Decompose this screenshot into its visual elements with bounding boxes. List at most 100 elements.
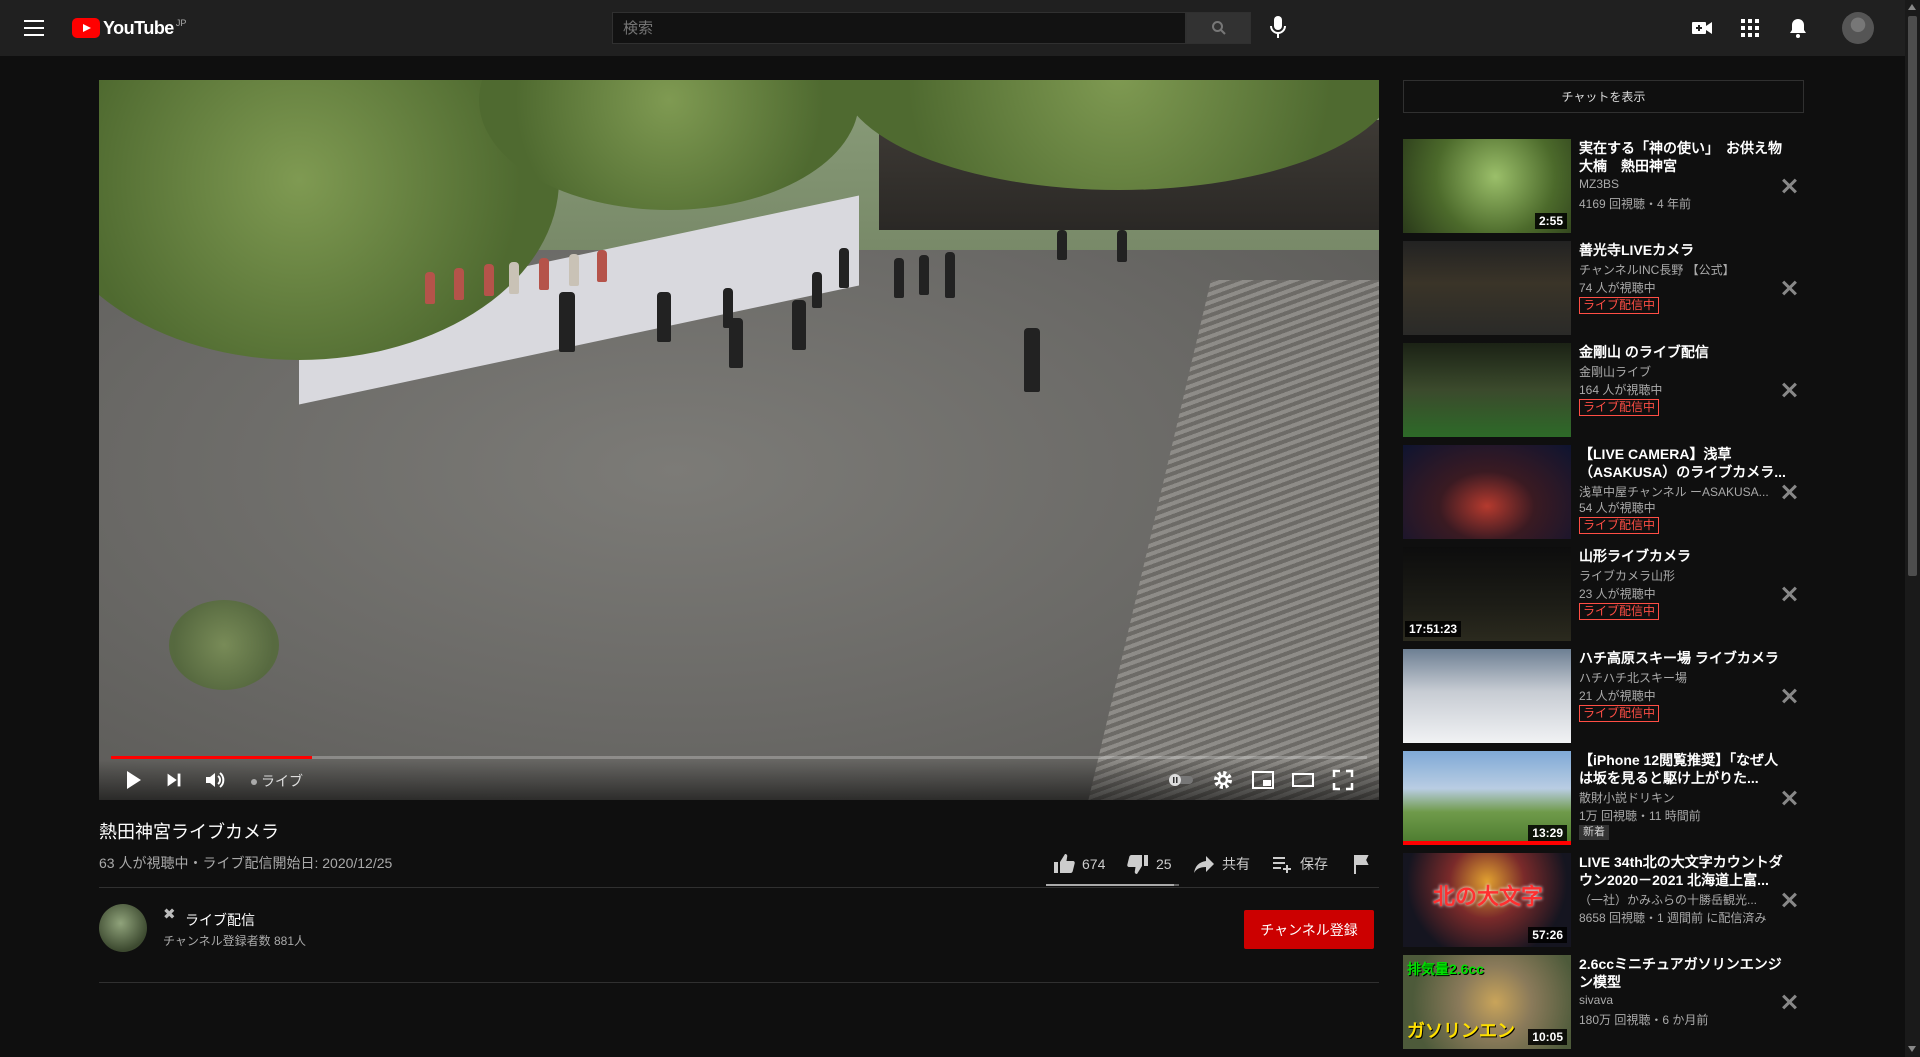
- video-progress-bar[interactable]: [111, 756, 1367, 759]
- video-frame-person: [454, 268, 464, 300]
- like-dislike-ratio-bar: [1046, 884, 1179, 886]
- thumbs-up-icon: [1054, 854, 1075, 873]
- recommendation-title: 2.6ccミニチュアガソリンエンジン模型: [1579, 956, 1782, 990]
- recommendation-channel: 浅草中屋チャンネル ーASAKUSA...: [1579, 485, 1769, 499]
- divider: [99, 887, 1379, 888]
- live-now-badge: ライブ配信中: [1579, 297, 1660, 314]
- recommendation-thumbnail: [1403, 241, 1571, 335]
- recommendation-meta: 164 人が視聴中: [1579, 383, 1663, 397]
- show-chat-button[interactable]: チャットを表示: [1403, 80, 1804, 113]
- live-now-badge: ライブ配信中: [1579, 603, 1660, 620]
- dismiss-close-icon[interactable]: [1780, 993, 1798, 1011]
- dismiss-close-icon[interactable]: [1780, 891, 1798, 909]
- live-now-badge: ライブ配信中: [1579, 705, 1660, 722]
- recommendation-item[interactable]: 2:55 実在する「神の使い」 お供え物 大楠 熱田神宮 MZ3BS 4169 …: [1403, 139, 1823, 233]
- miniplayer-icon[interactable]: [1251, 768, 1275, 792]
- autoplay-toggle-icon[interactable]: [1167, 768, 1195, 792]
- recommendation-thumbnail: 13:29: [1403, 751, 1571, 845]
- recommendation-thumbnail: [1403, 649, 1571, 743]
- report-flag-icon[interactable]: [1350, 852, 1374, 876]
- recommendation-item[interactable]: 排気量2.6cc ガソリンエン 10:05 2.6ccミニチュアガソリンエンジン…: [1403, 955, 1823, 1049]
- microphone-icon[interactable]: [1266, 14, 1290, 40]
- video-frame-person: [509, 262, 519, 294]
- theater-mode-icon[interactable]: [1291, 768, 1315, 792]
- recommendation-meta: 54 人が視聴中: [1579, 501, 1656, 515]
- thumbnail-caption: 北の大文字: [1433, 884, 1544, 909]
- live-label: ライブ: [261, 773, 303, 789]
- search-input[interactable]: [612, 12, 1186, 44]
- thumbs-down-icon: [1127, 855, 1148, 874]
- share-label: 共有: [1222, 856, 1250, 872]
- recommendation-meta: 1万 回視聴・11 時間前: [1579, 809, 1701, 823]
- scrollbar-thumb[interactable]: [1908, 16, 1917, 576]
- thumbnail-caption: ガソリンエン: [1407, 1021, 1515, 1041]
- save-button[interactable]: 保存: [1270, 849, 1328, 879]
- next-video-icon[interactable]: [163, 768, 185, 792]
- account-avatar[interactable]: [1842, 12, 1874, 44]
- create-video-icon[interactable]: [1690, 16, 1714, 40]
- recommendation-title: LIVE 34th北の大文字カウントダウン2020－2021 北海道上富...: [1579, 854, 1783, 888]
- apps-grid-icon[interactable]: [1738, 16, 1762, 40]
- play-icon[interactable]: [121, 768, 145, 792]
- masthead: YouTube JP: [0, 0, 1905, 56]
- channel-name[interactable]: ライブ配信: [185, 910, 255, 930]
- youtube-play-logo-icon: [72, 18, 100, 38]
- video-frame-person: [569, 254, 579, 286]
- search-icon: [1211, 21, 1226, 35]
- recommendation-item[interactable]: 北の大文字 57:26 LIVE 34th北の大文字カウントダウン2020－20…: [1403, 853, 1823, 947]
- recommendation-channel: ハチハチ北スキー場: [1579, 671, 1688, 685]
- recommendation-thumbnail: [1403, 445, 1571, 539]
- volume-icon[interactable]: [203, 768, 227, 792]
- recommendation-item[interactable]: 13:29 【iPhone 12閲覧推奨】「なぜ人は坂を見ると駆け上がりた...…: [1403, 751, 1823, 845]
- recommendation-title: 【LIVE CAMERA】浅草（ASAKUSA）のライブカメラ...: [1579, 446, 1786, 480]
- recommendation-item[interactable]: 善光寺LIVEカメラ チャンネルINC長野 【公式】 74 人が視聴中 ライブ配…: [1403, 241, 1823, 335]
- recommendation-thumbnail: 2:55: [1403, 139, 1571, 233]
- recommendation-thumbnail: 排気量2.6cc ガソリンエン 10:05: [1403, 955, 1571, 1049]
- settings-gear-icon[interactable]: [1211, 768, 1235, 792]
- dismiss-close-icon[interactable]: [1780, 177, 1798, 195]
- video-progress-played: [111, 756, 312, 759]
- share-button[interactable]: 共有: [1192, 849, 1250, 879]
- dismiss-close-icon[interactable]: [1780, 483, 1798, 501]
- video-view-info: 63 人が視聴中・ライブ配信開始日: 2020/12/25: [99, 855, 393, 871]
- video-frame-person: [597, 250, 607, 282]
- video-player[interactable]: ライブ: [99, 80, 1379, 800]
- dismiss-close-icon[interactable]: [1780, 789, 1798, 807]
- live-indicator[interactable]: ライブ: [251, 771, 303, 791]
- video-frame-tree: [169, 600, 279, 690]
- search-button[interactable]: [1186, 12, 1251, 44]
- recommendation-channel: 散財小説ドリキン: [1579, 791, 1675, 805]
- dismiss-close-icon[interactable]: [1780, 585, 1798, 603]
- recommendation-item[interactable]: ハチ高原スキー場 ライブカメラ ハチハチ北スキー場 21 人が視聴中 ライブ配信…: [1403, 649, 1823, 743]
- like-button[interactable]: 674: [1052, 849, 1105, 879]
- recommendation-item[interactable]: 【LIVE CAMERA】浅草（ASAKUSA）のライブカメラ... 浅草中屋チ…: [1403, 445, 1823, 539]
- channel-avatar[interactable]: [99, 904, 147, 952]
- video-frame-person: [657, 292, 671, 342]
- dismiss-close-icon[interactable]: [1780, 381, 1798, 399]
- dislike-button[interactable]: 25: [1126, 849, 1172, 879]
- menu-icon[interactable]: [24, 20, 44, 36]
- video-duration: 2:55: [1534, 213, 1567, 229]
- video-frame-person: [1057, 230, 1067, 260]
- youtube-logo[interactable]: YouTube JP: [72, 18, 186, 38]
- video-duration: 13:29: [1528, 825, 1567, 841]
- dismiss-close-icon[interactable]: [1780, 687, 1798, 705]
- like-ratio-fill: [1046, 884, 1174, 886]
- recommendation-meta: 8658 回視聴・1 週間前 に配信済み: [1579, 911, 1767, 925]
- video-frame-person: [894, 258, 904, 298]
- subscribe-button[interactable]: チャンネル登録: [1244, 910, 1374, 949]
- page-scrollbar[interactable]: [1905, 0, 1920, 1057]
- scroll-down-arrow-icon[interactable]: [1908, 1046, 1916, 1052]
- recommendation-item[interactable]: 17:51:23 山形ライブカメラ ライブカメラ山形 23 人が視聴中 ライブ配…: [1403, 547, 1823, 641]
- fullscreen-icon[interactable]: [1331, 768, 1355, 792]
- recommendation-meta: 180万 回視聴・6 か月前: [1579, 1013, 1709, 1027]
- notifications-bell-icon[interactable]: [1786, 16, 1810, 40]
- divider: [99, 982, 1379, 983]
- logo-text: YouTube: [103, 18, 174, 38]
- recommendation-title: ハチ高原スキー場 ライブカメラ: [1579, 650, 1779, 666]
- recommendation-channel: ライブカメラ山形: [1579, 569, 1676, 583]
- recommendation-title: 実在する「神の使い」 お供え物 大楠 熱田神宮: [1579, 140, 1789, 174]
- scroll-up-arrow-icon[interactable]: [1908, 4, 1916, 10]
- recommendation-item[interactable]: 金剛山 のライブ配信 金剛山ライブ 164 人が視聴中 ライブ配信中: [1403, 343, 1823, 437]
- dismiss-close-icon[interactable]: [1780, 279, 1798, 297]
